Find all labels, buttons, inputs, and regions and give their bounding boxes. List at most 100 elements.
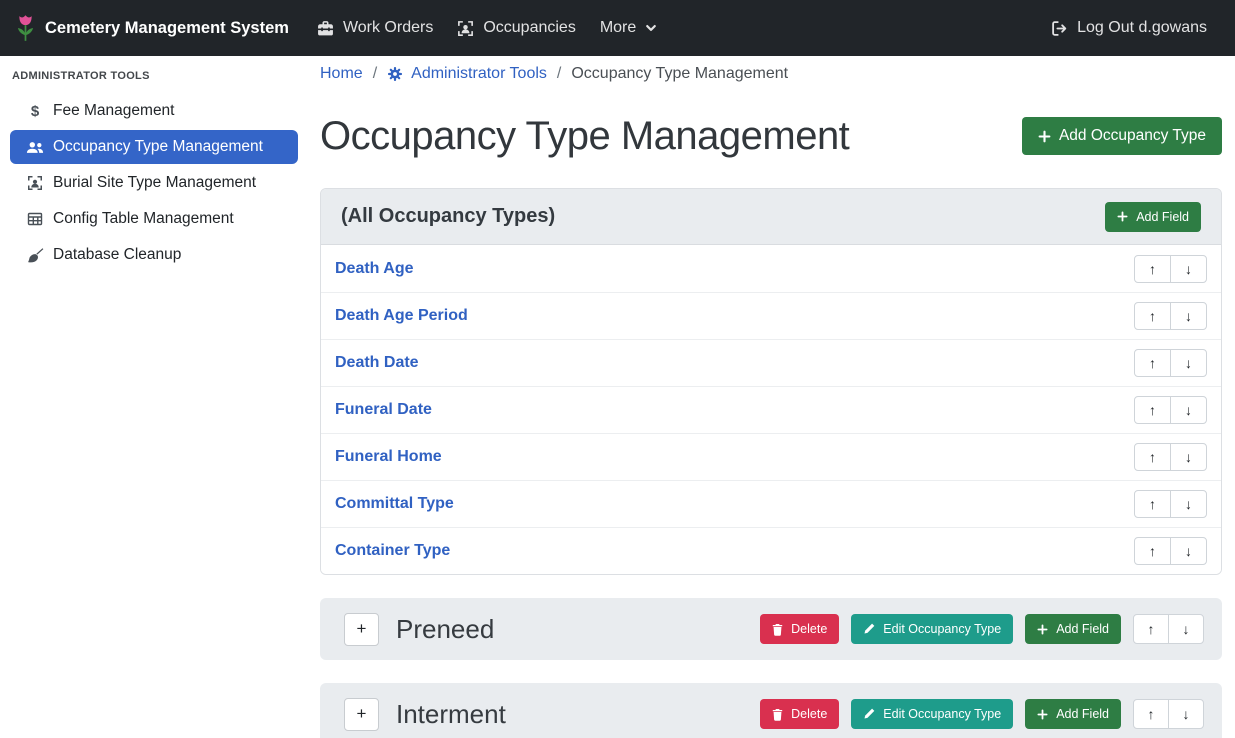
move-down-button[interactable]: ↓	[1170, 396, 1207, 424]
all-occupancy-types-card: (All Occupancy Types) Add Field Death Ag…	[320, 188, 1222, 575]
move-down-button[interactable]: ↓	[1168, 614, 1204, 644]
reorder-buttons: ↑ ↓	[1133, 699, 1204, 729]
toolbox-icon	[317, 20, 334, 37]
edit-occupancy-type-button[interactable]: Edit Occupancy Type	[851, 699, 1013, 729]
add-field-button[interactable]: Add Field	[1025, 699, 1121, 729]
move-up-button[interactable]: ↑	[1133, 614, 1169, 644]
plus-icon	[1117, 211, 1128, 222]
reorder-buttons: ↑ ↓	[1134, 443, 1207, 471]
sidebar: Administrator Tools $ Fee Management Occ…	[0, 56, 308, 738]
expand-button[interactable]: +	[344, 698, 379, 731]
sidebar-item-label: Fee Management	[53, 102, 175, 120]
sidebar-item-database-cleanup[interactable]: Database Cleanup	[10, 238, 298, 272]
sidebar-item-occupancy-type-management[interactable]: Occupancy Type Management	[10, 130, 298, 164]
move-down-button[interactable]: ↓	[1170, 255, 1207, 283]
field-row: Committal Type ↑ ↓	[321, 480, 1221, 527]
occupancy-type-section-preneed: + Preneed Delete Edit Occupancy Type	[320, 598, 1222, 660]
arrow-down-icon: ↓	[1185, 355, 1192, 371]
field-link[interactable]: Death Age Period	[335, 307, 468, 325]
top-navbar: Cemetery Management System Work Orders O…	[0, 0, 1235, 56]
move-down-button[interactable]: ↓	[1170, 490, 1207, 518]
plus-icon: +	[357, 704, 367, 724]
page-header: Occupancy Type Management Add Occupancy …	[320, 110, 1222, 162]
delete-button[interactable]: Delete	[760, 614, 839, 644]
edit-occupancy-type-button[interactable]: Edit Occupancy Type	[851, 614, 1013, 644]
sidebar-item-burial-site-type-management[interactable]: Burial Site Type Management	[10, 166, 298, 200]
nav-label: Work Orders	[343, 19, 433, 37]
move-down-button[interactable]: ↓	[1170, 302, 1207, 330]
breadcrumb-current: Occupancy Type Management	[571, 65, 788, 83]
sidebar-item-config-table-management[interactable]: Config Table Management	[10, 202, 298, 236]
breadcrumb-home[interactable]: Home	[320, 65, 363, 83]
field-link[interactable]: Death Date	[335, 354, 419, 372]
arrow-down-icon: ↓	[1185, 543, 1192, 559]
plus-icon: +	[357, 619, 367, 639]
gear-icon	[387, 66, 403, 82]
reorder-buttons: ↑ ↓	[1134, 255, 1207, 283]
main-nav: Work Orders Occupancies More	[305, 11, 669, 45]
move-down-button[interactable]: ↓	[1170, 349, 1207, 377]
move-up-button[interactable]: ↑	[1133, 699, 1169, 729]
move-up-button[interactable]: ↑	[1134, 490, 1171, 518]
reorder-buttons: ↑ ↓	[1133, 614, 1204, 644]
trash-icon	[772, 623, 783, 636]
expand-button[interactable]: +	[344, 613, 379, 646]
logout-icon	[1051, 20, 1068, 37]
sidebar-item-label: Occupancy Type Management	[53, 138, 263, 156]
add-occupancy-type-button[interactable]: Add Occupancy Type	[1022, 117, 1222, 155]
logout-label: Log Out d.gowans	[1077, 19, 1207, 37]
nav-work-orders[interactable]: Work Orders	[305, 11, 445, 45]
move-up-button[interactable]: ↑	[1134, 537, 1171, 565]
move-down-button[interactable]: ↓	[1170, 537, 1207, 565]
arrow-down-icon: ↓	[1185, 308, 1192, 324]
move-up-button[interactable]: ↑	[1134, 302, 1171, 330]
breadcrumb-label: Administrator Tools	[411, 65, 547, 83]
field-link[interactable]: Funeral Date	[335, 401, 432, 419]
delete-button[interactable]: Delete	[760, 699, 839, 729]
reorder-buttons: ↑ ↓	[1134, 396, 1207, 424]
reorder-buttons: ↑ ↓	[1134, 302, 1207, 330]
arrow-up-icon: ↑	[1149, 402, 1156, 418]
logout-button[interactable]: Log Out d.gowans	[1039, 11, 1219, 45]
field-link[interactable]: Funeral Home	[335, 448, 442, 466]
section-actions: Delete Edit Occupancy Type Add Field ↑ ↓	[760, 614, 1204, 644]
breadcrumb-separator: /	[557, 65, 561, 83]
move-up-button[interactable]: ↑	[1134, 255, 1171, 283]
field-link[interactable]: Container Type	[335, 542, 450, 560]
move-up-button[interactable]: ↑	[1134, 349, 1171, 377]
move-down-button[interactable]: ↓	[1170, 443, 1207, 471]
add-field-button[interactable]: Add Field	[1025, 614, 1121, 644]
arrow-up-icon: ↑	[1149, 496, 1156, 512]
app-brand[interactable]: Cemetery Management System	[16, 14, 289, 43]
button-label: Delete	[791, 622, 827, 636]
reorder-buttons: ↑ ↓	[1134, 537, 1207, 565]
add-field-button[interactable]: Add Field	[1105, 202, 1201, 232]
move-down-button[interactable]: ↓	[1168, 699, 1204, 729]
field-link[interactable]: Death Age	[335, 260, 414, 278]
arrow-up-icon: ↑	[1149, 261, 1156, 277]
button-label: Edit Occupancy Type	[883, 622, 1001, 636]
dollar-icon: $	[26, 103, 44, 120]
sidebar-item-fee-management[interactable]: $ Fee Management	[10, 94, 298, 128]
card-title: (All Occupancy Types)	[341, 205, 555, 228]
field-row: Death Age ↑ ↓	[321, 245, 1221, 292]
reorder-buttons: ↑ ↓	[1134, 349, 1207, 377]
field-link[interactable]: Committal Type	[335, 495, 454, 513]
arrow-down-icon: ↓	[1185, 402, 1192, 418]
pencil-icon	[863, 708, 875, 720]
page-title: Occupancy Type Management	[320, 110, 849, 162]
chevron-down-icon	[645, 22, 657, 34]
move-up-button[interactable]: ↑	[1134, 443, 1171, 471]
breadcrumb-administrator-tools[interactable]: Administrator Tools	[387, 65, 547, 83]
people-icon	[26, 140, 44, 155]
nav-more[interactable]: More	[588, 11, 669, 45]
arrow-up-icon: ↑	[1148, 706, 1155, 722]
button-label: Delete	[791, 707, 827, 721]
move-up-button[interactable]: ↑	[1134, 396, 1171, 424]
arrow-up-icon: ↑	[1149, 308, 1156, 324]
nav-occupancies[interactable]: Occupancies	[445, 11, 588, 45]
sidebar-item-label: Config Table Management	[53, 210, 234, 228]
arrow-down-icon: ↓	[1183, 621, 1190, 637]
person-bounding-box-icon	[26, 175, 44, 191]
tulip-logo-icon	[16, 14, 35, 43]
